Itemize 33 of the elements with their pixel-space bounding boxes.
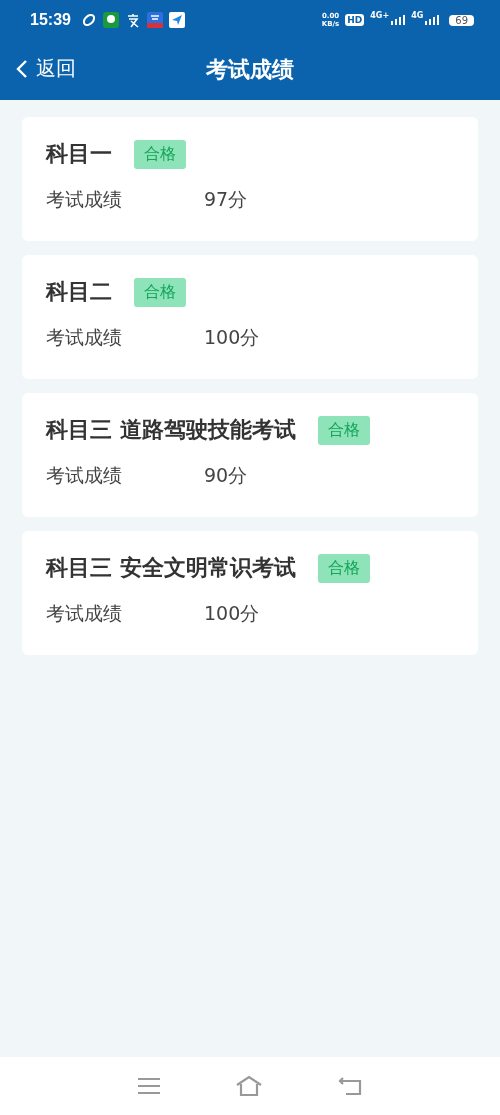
back-button[interactable]: 返回 <box>16 55 76 82</box>
score-value: 100分 <box>204 325 260 350</box>
score-label: 考试成绩 <box>46 325 123 350</box>
score-label: 考试成绩 <box>46 601 123 626</box>
signal-label: 4G+ <box>370 11 390 20</box>
pass-badge: 合格 <box>317 553 370 583</box>
hd-indicator: HD <box>345 14 365 26</box>
pass-badge: 合格 <box>134 139 186 169</box>
app-icon <box>80 12 97 28</box>
pass-badge: 合格 <box>134 277 186 307</box>
signal-icon <box>391 15 406 25</box>
score-label: 考试成绩 <box>46 187 123 212</box>
subject-title: 科目二 <box>46 278 112 306</box>
subject-title: 科目三 安全文明常识考试 <box>46 554 296 582</box>
pass-badge: 合格 <box>317 415 370 445</box>
signal-icon <box>425 15 440 25</box>
score-value: 100分 <box>204 601 260 626</box>
app-icon <box>168 12 185 28</box>
menu-icon[interactable] <box>137 1077 160 1095</box>
subject-title: 科目一 <box>46 140 112 168</box>
signal-label: 4G <box>411 11 424 20</box>
app-icon <box>102 12 119 28</box>
subject-title: 科目三 道路驾驶技能考试 <box>46 416 296 444</box>
back-icon <box>16 58 28 79</box>
back-nav-icon[interactable] <box>338 1076 363 1096</box>
app-icon <box>146 12 163 28</box>
score-value: 90分 <box>204 463 248 488</box>
score-value: 97分 <box>204 187 248 212</box>
status-time: 15:39 <box>30 11 71 29</box>
page-title: 考试成绩 <box>206 56 294 84</box>
home-icon[interactable] <box>235 1075 263 1097</box>
score-label: 考试成绩 <box>46 463 123 488</box>
battery-indicator: 69 <box>449 14 474 26</box>
